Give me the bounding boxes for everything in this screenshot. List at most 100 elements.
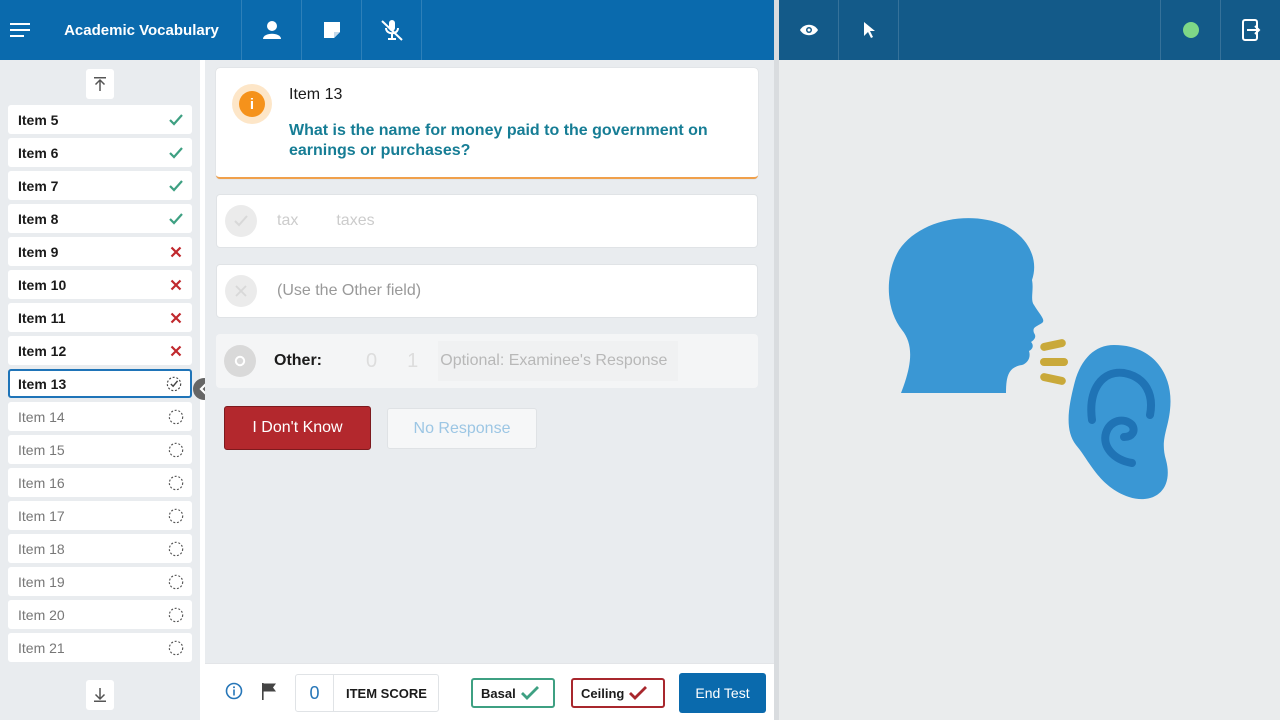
ceiling-button[interactable]: Ceiling — [571, 678, 665, 708]
menu-icon — [10, 23, 30, 37]
top-toolbar: Academic Vocabulary — [0, 0, 774, 60]
sidebar-item-label: Item 21 — [18, 639, 65, 656]
note-icon — [323, 22, 340, 38]
sidebar-item[interactable]: Item 6 — [8, 138, 192, 167]
x-icon — [235, 285, 247, 297]
sidebar-item[interactable]: Item 16 — [8, 468, 192, 497]
sidebar-item-label: Item 8 — [18, 210, 59, 227]
notes-button[interactable] — [302, 0, 362, 60]
check-icon — [234, 215, 248, 227]
item-title: Item 13 — [289, 86, 343, 103]
sidebar-item-label: Item 5 — [18, 111, 59, 128]
sidebar-item[interactable]: Item 20 — [8, 600, 192, 629]
view-button[interactable] — [779, 0, 839, 60]
info-button[interactable] — [225, 682, 243, 705]
in-progress-icon — [166, 376, 182, 392]
pointer-icon — [863, 22, 875, 38]
item-info-button[interactable]: i — [232, 84, 272, 124]
basal-button[interactable]: Basal — [471, 678, 555, 708]
correct-toggle[interactable] — [225, 205, 257, 237]
other-toggle[interactable] — [224, 345, 256, 377]
sidebar-item-label: Item 17 — [18, 507, 65, 524]
correct-answer-1: tax — [277, 212, 299, 229]
status-dot — [1182, 22, 1199, 38]
scroll-top-button[interactable] — [86, 69, 114, 99]
x-icon — [168, 310, 184, 326]
arrow-down-to-bottom-icon — [94, 688, 106, 702]
mic-toggle-button[interactable] — [362, 0, 422, 60]
bottom-toolbar: 0 ITEM SCORE Basal Ceiling End Test — [205, 663, 774, 720]
sound-wave — [1040, 339, 1066, 351]
x-icon — [168, 343, 184, 359]
sidebar-item[interactable]: Item 17 — [8, 501, 192, 530]
sidebar-item-label: Item 16 — [18, 474, 65, 491]
check-icon — [168, 211, 184, 227]
check-icon — [629, 686, 648, 700]
correct-answer-2: taxes — [336, 212, 375, 229]
correct-answer-row[interactable]: tax taxes — [216, 194, 758, 248]
sidebar-item[interactable]: Item 7 — [8, 171, 192, 200]
sidebar-item[interactable]: Item 12 — [8, 336, 192, 365]
person-icon — [262, 21, 281, 39]
item-list: Item 5 Item 6 Item 7 Item 8 Item 9 Item 10 Ite… — [8, 105, 192, 676]
pending-circle-icon — [168, 409, 184, 425]
sidebar-item[interactable]: Item 11 — [8, 303, 192, 332]
other-response-input[interactable] — [438, 341, 679, 381]
incorrect-answer-hint: (Use the Other field) — [277, 282, 422, 299]
mic-off-icon — [380, 20, 403, 41]
speak-listen-illustration — [888, 218, 1171, 500]
pending-circle-icon — [168, 508, 184, 524]
sound-wave — [1040, 373, 1066, 385]
question-text: What is the name for money paid to the g… — [289, 122, 708, 159]
exit-screen-button[interactable] — [1220, 0, 1280, 60]
i-dont-know-button[interactable]: I Don't Know — [224, 406, 371, 450]
end-test-button[interactable]: End Test — [679, 673, 766, 713]
pending-circle-icon — [168, 640, 184, 656]
sidebar-item[interactable]: Item 10 — [8, 270, 192, 299]
check-icon — [520, 686, 539, 700]
scroll-bottom-button[interactable] — [86, 680, 114, 710]
incorrect-toggle[interactable] — [225, 275, 257, 307]
sidebar-item[interactable]: Item 15 — [8, 435, 192, 464]
sidebar-item[interactable]: Item 5 — [8, 105, 192, 134]
check-icon — [168, 145, 184, 161]
flag-icon — [262, 683, 276, 700]
head-silhouette — [888, 218, 1044, 393]
examinee-button[interactable] — [242, 0, 302, 60]
x-icon — [168, 277, 184, 293]
pointer-button[interactable] — [839, 0, 899, 60]
ceiling-label: Ceiling — [581, 685, 625, 701]
item-panel: i Item 13 What is the name for money pai… — [205, 60, 774, 720]
sidebar-item-label: Item 14 — [18, 408, 65, 425]
flag-button[interactable] — [261, 682, 277, 705]
sidebar-item[interactable]: Item 13 — [8, 369, 192, 398]
score-option-0[interactable]: 0 — [366, 350, 377, 373]
sound-wave — [1040, 358, 1068, 366]
sidebar-item-label: Item 6 — [18, 144, 59, 161]
menu-button[interactable] — [0, 0, 42, 60]
basal-label: Basal — [481, 685, 516, 701]
arrow-up-to-top-icon — [94, 77, 106, 91]
x-icon — [168, 244, 184, 260]
sidebar-item-label: Item 9 — [18, 243, 59, 260]
sidebar-item-label: Item 15 — [18, 441, 65, 458]
score-option-1[interactable]: 1 — [407, 350, 418, 373]
check-icon — [168, 178, 184, 194]
sidebar-item-label: Item 20 — [18, 606, 65, 623]
examinee-view-toolbar — [779, 0, 1280, 60]
pending-circle-icon — [168, 442, 184, 458]
no-response-button[interactable]: No Response — [387, 408, 537, 449]
sidebar-item[interactable]: Item 9 — [8, 237, 192, 266]
question-card: i Item 13 What is the name for money pai… — [216, 68, 758, 179]
incorrect-answer-row[interactable]: (Use the Other field) — [216, 264, 758, 318]
sidebar-item[interactable]: Item 8 — [8, 204, 192, 233]
sidebar-item[interactable]: Item 19 — [8, 567, 192, 596]
sidebar-item[interactable]: Item 21 — [8, 633, 192, 662]
sidebar-item[interactable]: Item 18 — [8, 534, 192, 563]
radio-icon — [234, 355, 246, 367]
check-icon — [168, 112, 184, 128]
item-score-value: 0 — [296, 675, 334, 711]
item-score-label: ITEM SCORE — [346, 685, 427, 701]
sidebar-item[interactable]: Item 14 — [8, 402, 192, 431]
sidebar-item-label: Item 10 — [18, 276, 67, 293]
